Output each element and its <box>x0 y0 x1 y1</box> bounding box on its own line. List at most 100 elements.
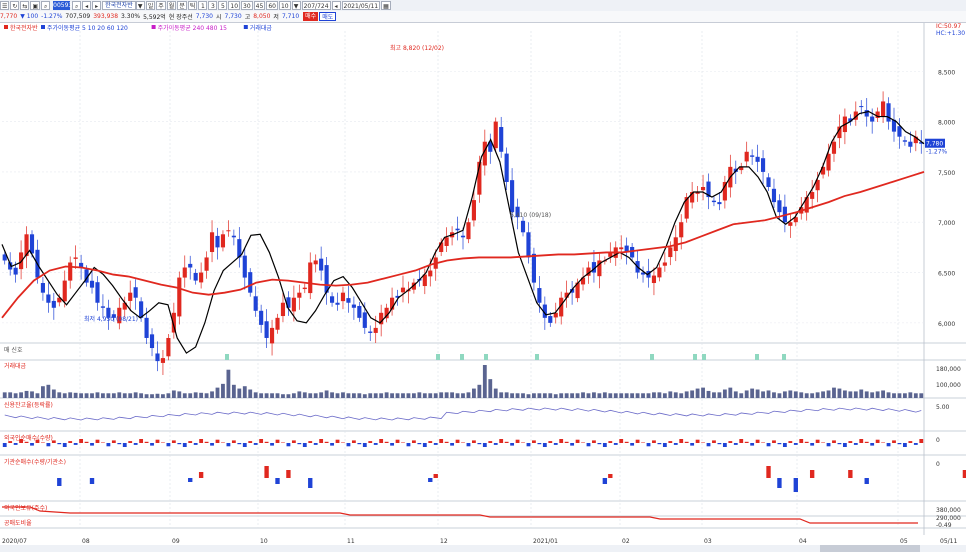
stock-code-input[interactable]: 005930 <box>53 1 76 10</box>
count-field[interactable]: 207/724 <box>301 1 331 10</box>
period-day-button[interactable]: 일 <box>145 1 156 10</box>
stock-chart[interactable]: 8,500 8,000 7,500 7,000 6,500 6,000 2020/07 08 0… <box>0 23 966 552</box>
sell-button[interactable]: 매도 <box>319 12 337 21</box>
foreign-bar <box>777 443 782 445</box>
minute-10-button[interactable]: 10 <box>228 1 241 10</box>
turnover-value: 3.30% <box>121 13 141 20</box>
foreign-bar <box>215 439 220 443</box>
foreign-bar <box>73 443 78 445</box>
volume-bar <box>242 386 247 398</box>
volume-bar <box>772 392 776 398</box>
foreign-bar <box>493 443 498 445</box>
x-tick-label: 10 <box>260 538 268 545</box>
candle <box>280 302 286 317</box>
foreign-bar <box>8 441 13 443</box>
foreign-bar <box>68 441 73 443</box>
foreign-bar <box>564 441 569 443</box>
period-month-button[interactable]: 월 <box>166 1 177 10</box>
institution-bar <box>308 478 313 488</box>
foreign-bar <box>706 443 711 447</box>
base-price: 7,730 <box>195 13 213 20</box>
foreign-bar <box>324 441 329 443</box>
volume-bar <box>886 392 891 398</box>
minute-60-button[interactable]: 60 <box>266 1 278 10</box>
volume-bar <box>450 392 454 398</box>
volume-bar <box>908 392 913 398</box>
minute-custom-dropdown[interactable]: ▼ <box>291 1 301 10</box>
date-field[interactable]: 2021/05/11 <box>341 1 381 10</box>
buy-button[interactable]: 매수 <box>303 12 319 21</box>
y-tick-label: 7,000 <box>938 220 955 227</box>
period-week-button[interactable]: 주 <box>156 1 166 10</box>
foreign-bar <box>788 441 793 443</box>
foreign-bar <box>744 441 749 443</box>
y-tick-label: 8,500 <box>938 69 955 76</box>
foreign-bar <box>373 443 378 445</box>
prev-stock-button[interactable]: ◂ <box>82 1 92 10</box>
menu-button[interactable]: ☰ <box>0 1 10 10</box>
foreign-bar <box>19 439 24 443</box>
volume-value: 707,509 <box>65 13 91 20</box>
volume-bar <box>744 390 749 398</box>
panel-label: 신용잔고율(등락률) <box>4 401 53 409</box>
foreign-bar <box>772 440 776 443</box>
foreign-bar <box>870 443 875 446</box>
signal-marker <box>484 354 488 360</box>
minute-1-button[interactable]: 1 <box>198 1 208 10</box>
period-tick-button[interactable]: 틱 <box>187 1 198 10</box>
search-button[interactable]: ⌕ <box>41 1 51 10</box>
high-price: 8,050 <box>253 13 271 20</box>
foreign-bar <box>717 443 722 445</box>
volume-bar <box>13 393 18 398</box>
foreign-bar <box>619 439 624 443</box>
volume-bar <box>586 393 591 398</box>
foreign-bar <box>275 439 280 443</box>
volume-bar <box>357 393 362 398</box>
foreign-bar <box>499 439 504 443</box>
volume-bar <box>575 393 580 398</box>
link-icon[interactable]: ⇆ <box>20 1 30 10</box>
foreign-bar <box>755 439 760 443</box>
volume-bar <box>602 392 607 398</box>
chart-area[interactable]: 8,500 8,000 7,500 7,000 6,500 6,000 2020/07 08 0… <box>0 23 966 552</box>
institution-bar <box>57 478 62 486</box>
volume-bar <box>821 391 825 398</box>
volume-bar <box>368 393 373 398</box>
volume-bar <box>335 393 340 398</box>
y-tick-label: 7,500 <box>938 170 955 177</box>
calendar-icon[interactable]: ▦ <box>381 1 391 10</box>
panel-tick-label: -0.49 <box>936 522 952 529</box>
scroll-left-icon[interactable]: ◂ <box>331 1 341 10</box>
foreign-bar <box>597 443 602 445</box>
foreign-bar <box>608 441 613 443</box>
lock-icon[interactable]: ▣ <box>30 1 41 10</box>
minute-30-button[interactable]: 30 <box>241 1 253 10</box>
stock-name-field[interactable]: 한국전자반 <box>102 1 136 10</box>
volume-bar <box>51 389 56 398</box>
volume-bar <box>390 393 394 398</box>
candle <box>679 222 684 238</box>
minute-custom-input[interactable]: 10 <box>278 1 291 10</box>
volume-bar <box>548 393 553 398</box>
volume-bar <box>881 390 885 398</box>
refresh-icon[interactable]: ↻ <box>10 1 20 10</box>
foreign-bar <box>586 443 591 447</box>
foreign-bar <box>24 441 29 443</box>
stock-search-icon[interactable]: ⌕ <box>72 1 82 10</box>
minute-45-button[interactable]: 45 <box>253 1 266 10</box>
foreign-bar <box>384 441 389 443</box>
volume-bar <box>204 393 209 398</box>
volume-bar <box>171 390 176 398</box>
stock-name-dropdown[interactable]: ▼ <box>135 1 145 10</box>
candle <box>51 300 56 308</box>
volume-bar <box>308 393 313 398</box>
institution-bar <box>766 466 771 478</box>
minute-5-button[interactable]: 5 <box>218 1 228 10</box>
next-stock-button[interactable]: ▸ <box>92 1 102 10</box>
signals-label: 매 신호 <box>4 346 23 354</box>
volume-bar <box>712 392 716 398</box>
minute-3-button[interactable]: 3 <box>208 1 218 10</box>
signal-marker <box>650 354 654 360</box>
period-minute-button[interactable]: 분 <box>177 1 187 10</box>
foreign-bar <box>291 440 296 443</box>
